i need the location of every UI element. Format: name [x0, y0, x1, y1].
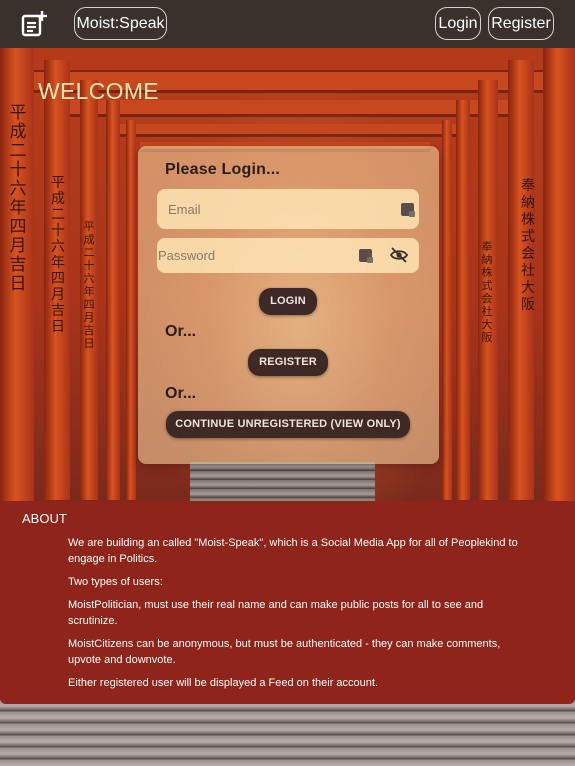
torii-beam: [0, 48, 575, 70]
about-paragraph: MoistPolitician, must use their real nam…: [68, 599, 484, 627]
keyboard-icon: [401, 203, 415, 217]
pillar-inscription: 奉納 株式会社 大阪: [481, 240, 493, 344]
pillar-inscription: 平成二十六年四月吉日: [83, 220, 95, 350]
password-input[interactable]: [157, 238, 419, 273]
torii-pillar: [456, 100, 470, 500]
login-card: Please Login... LOGIN Or... REGISTER Or.…: [138, 146, 439, 464]
email-input[interactable]: [157, 189, 419, 229]
eye-off-icon[interactable]: [390, 247, 408, 263]
or-separator: Or...: [165, 385, 197, 402]
about-body: We are building an called "Moist-Speak",…: [68, 535, 523, 698]
or-separator: Or...: [165, 323, 197, 340]
torii-pillar: [126, 120, 136, 500]
about-paragraph: Two types of users:: [68, 576, 163, 588]
pillar-inscription: 平成二十六年四月吉日: [9, 103, 27, 294]
torii-pillar: [543, 48, 575, 508]
about-paragraph: MoistCitizens can be anonymous, but must…: [68, 638, 501, 666]
about-title: ABOUT: [22, 511, 67, 526]
torii-pillar: [442, 120, 452, 500]
pillar-inscription: 奉納 株式会社 大阪: [521, 178, 535, 313]
login-card-title: Please Login...: [165, 161, 281, 178]
password-field-wrapper: [157, 238, 419, 273]
login-button[interactable]: LOGIN: [259, 288, 317, 315]
top-navbar: Moist:Speak Login Register: [0, 0, 575, 48]
continue-unregistered-button[interactable]: CONTINUE UNREGISTERED (VIEW ONLY): [166, 411, 410, 438]
about-section: ABOUT We are building an called "Moist-S…: [0, 501, 575, 704]
stairs-lower: [0, 700, 575, 766]
stairs-upper: [190, 462, 375, 502]
pillar-inscription: 平成二十六年四月吉日: [51, 175, 65, 335]
about-paragraph: Either registered user will be displayed…: [68, 677, 379, 689]
torii-beam: [110, 124, 460, 134]
torii-pillar: [106, 100, 120, 500]
register-button[interactable]: REGISTER: [248, 349, 328, 376]
about-paragraph: We are building an called "Moist-Speak",…: [68, 537, 518, 565]
nav-register-button[interactable]: Register: [488, 7, 554, 40]
welcome-heading: WELCOME: [38, 78, 159, 104]
nav-login-button[interactable]: Login: [435, 7, 481, 40]
email-field-wrapper: [157, 189, 419, 229]
keyboard-icon: [359, 249, 373, 263]
brand-button[interactable]: Moist:Speak: [74, 7, 167, 40]
note-add-icon[interactable]: [21, 11, 47, 37]
